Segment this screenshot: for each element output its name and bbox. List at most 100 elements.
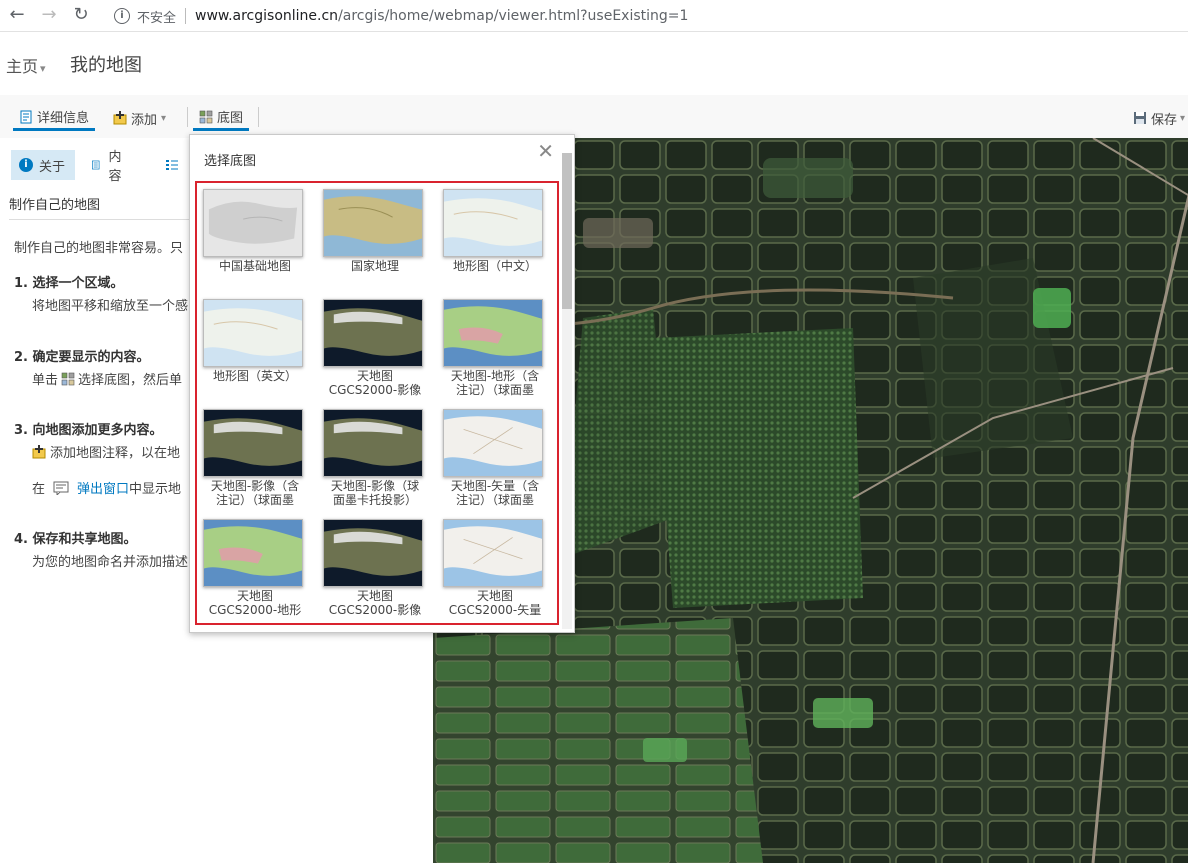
basemap-thumbnail [323,519,423,587]
details-button[interactable]: 详细信息 [13,105,96,131]
popup-link[interactable]: 弹出窗口 [77,478,129,497]
step4-title: 4. 保存和共享地图。 [14,532,137,547]
basemap-item[interactable]: 国家地理 [317,183,433,291]
document-icon [92,160,100,170]
basemap-thumbnail [323,299,423,367]
step3-text2-b: 中显示地 [129,482,182,497]
insecure-label: 不安全 [137,10,177,26]
add-content-icon [113,111,127,125]
toolbar-divider [258,107,259,127]
basemap-item[interactable]: 天地图 CGCS2000-矢量 [437,513,553,621]
add-label: 添加 [131,112,158,128]
basemap-item[interactable]: 天地图 CGCS2000-地形 [197,513,313,621]
basemap-label: 天地图 CGCS2000-地形 [208,589,302,617]
tab-about[interactable]: i 关于 [11,150,75,180]
url-divider [185,8,187,24]
basemap-item[interactable]: 天地图-影像（含 注记）（球面墨 [197,403,313,511]
basemap-label: 天地图-影像（含 注记）（球面墨 [210,479,300,507]
basemap-gallery: 中国基础地图 国家地理 地形图（中文） 地形图（英文） 天地图 CGCS2000-影像 天地… [195,181,559,625]
basemap-label: 天地图-地形（含 注记）（球面墨 [450,369,540,397]
step3-text: 添加地图注释，以在地 [32,442,180,461]
info-icon: i [19,158,33,172]
basemap-thumbnail [443,519,543,587]
browser-address-bar: ← → ↻ i 不安全 www.arcgisonline.cn/arcgis/h… [0,0,1188,32]
add-button[interactable]: 添加 ▾ [113,105,166,131]
basemap-grid-icon [61,372,75,385]
add-content-icon [32,444,46,458]
url-field[interactable]: i 不安全 www.arcgisonline.cn/arcgis/home/we… [104,2,1184,30]
step2-text-b: 选择底图，然后单 [78,373,183,388]
basemap-label: 天地图-影像（球 面墨卡托投影） [330,479,420,507]
basemap-item[interactable] [197,623,313,625]
close-icon[interactable]: ✕ [537,139,554,163]
basemap-label: 天地图-矢量（含 注记）（球面墨 [450,479,540,507]
forward-arrow-icon[interactable]: → [38,4,60,26]
basemap-thumbnail [203,299,303,367]
chevron-down-icon: ▾ [1180,112,1186,124]
step3-text2-a: 在 [32,482,46,497]
basemap-item[interactable]: 天地图-地形（含 注记）（球面墨 [437,293,553,401]
basemap-gallery-popup: 选择底图 ✕ 中国基础地图 国家地理 地形图（中文） 地形图（英文） 天地图 CGCS20… [189,134,575,633]
basemap-item[interactable]: 天地图-影像（球 面墨卡托投影） [317,403,433,511]
step2-title: 2. 确定要显示的内容。 [14,350,150,365]
legend-list-icon [166,160,178,170]
basemap-item[interactable] [317,623,433,625]
basemap-item[interactable]: 中国基础地图 [197,183,313,291]
step1-text: 将地图平移和缩放至一个感 [32,299,189,314]
basemap-item[interactable]: 天地图 CGCS2000-影像 [317,293,433,401]
tab-about-label: 关于 [39,159,66,175]
basemap-label: 地形图（中文） [452,259,537,273]
basemap-label: 底图 [217,111,244,126]
step1-title: 1. 选择一个区域。 [14,276,124,291]
step3-text-label: 添加地图注释，以在地 [50,446,181,461]
basemap-thumbnail [323,409,423,477]
basemap-label: 中国基础地图 [218,259,291,273]
floppy-disk-icon [1134,112,1146,124]
basemap-label: 国家地理 [350,259,399,273]
step2-text: 单击 选择底图，然后单 [32,369,182,388]
scrollbar-thumb[interactable] [562,153,572,309]
step3-popup-text: 在 弹出窗口 中显示地 [32,478,181,497]
basemap-item[interactable]: 天地图-矢量（含 注记）（球面墨 [437,403,553,511]
back-arrow-icon[interactable]: ← [6,4,28,26]
scrollbar[interactable] [562,153,572,629]
toolbar-divider [187,107,188,127]
basemap-thumbnail [203,409,303,477]
basemap-label: 地形图（英文） [212,369,297,383]
step3-title: 3. 向地图添加更多内容。 [14,423,163,438]
step4-text: 为您的地图命名并添加描述 [32,555,189,570]
app-header: 主页 ▾ 我的地图 [0,33,1188,95]
map-toolbar: 详细信息 添加 ▾ 底图 保存 ▾ [0,95,1188,138]
save-button[interactable]: 保存 ▾ [1133,105,1185,131]
basemap-item[interactable]: 地形图（中文） [437,183,553,291]
page-title: 我的地图 [70,55,142,76]
url-domain: www.arcgisonline.cn [195,8,339,24]
details-label: 详细信息 [37,111,90,126]
document-icon [20,110,32,123]
tab-legend[interactable] [157,150,187,180]
basemap-item[interactable]: 地形图（英文） [197,293,313,401]
reload-icon[interactable]: ↻ [70,4,92,26]
popup-window-icon [53,481,69,495]
chevron-down-icon: ▾ [161,112,167,124]
home-menu[interactable]: 主页 ▾ [6,53,46,77]
basemap-thumbnail [443,299,543,367]
basemap-thumbnail [203,189,303,257]
basemap-item[interactable]: 天地图 CGCS2000-影像 [317,513,433,621]
popup-title: 选择底图 [204,154,257,169]
step2-text-a: 单击 [32,373,59,388]
tab-contents-label: 内容 [108,150,122,184]
intro-text: 制作自己的地图非常容易。只 [14,241,184,256]
url-path: /arcgis/home/webmap/viewer.html?useExist… [338,8,689,24]
info-circle-icon[interactable]: i [114,8,130,24]
basemap-grid-icon [199,110,213,123]
chevron-down-icon: ▾ [40,62,46,75]
home-label: 主页 [6,57,39,76]
basemap-button[interactable]: 底图 [193,105,250,131]
tab-contents[interactable]: 内容 [83,150,134,184]
save-label: 保存 [1151,112,1178,128]
basemap-item[interactable] [437,623,553,625]
basemap-thumbnail [203,519,303,587]
basemap-label: 天地图 CGCS2000-矢量 [448,589,542,617]
basemap-label: 天地图 CGCS2000-影像 [328,589,422,617]
